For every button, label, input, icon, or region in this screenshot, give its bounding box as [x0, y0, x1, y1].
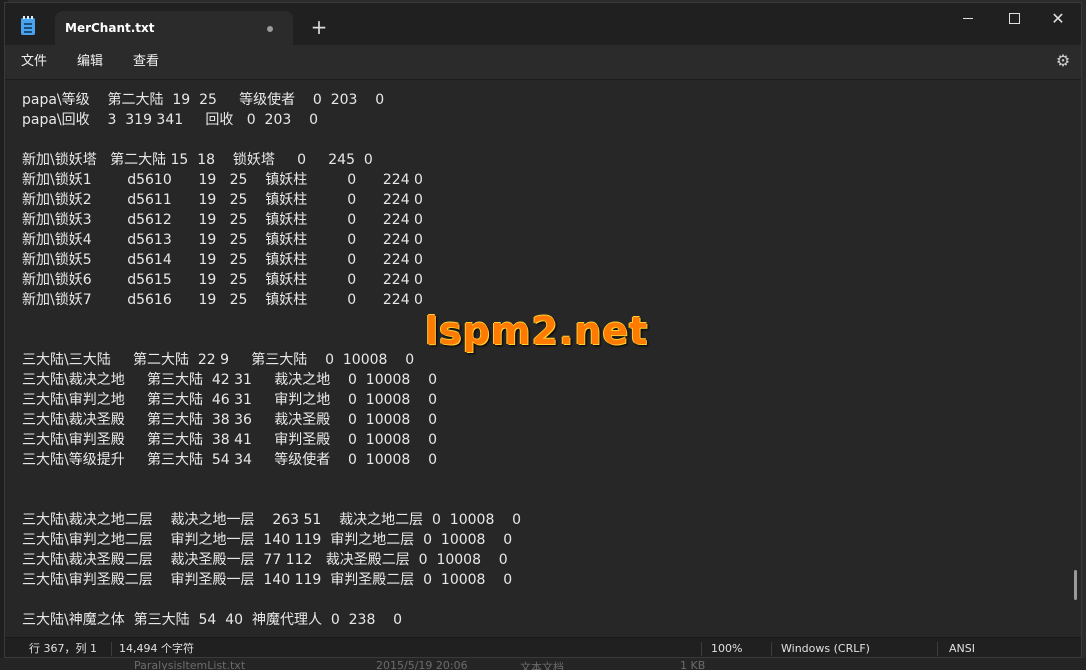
- text-line: 新加\锁妖3 d5612 19 25 镇妖柱 0 224 0: [22, 212, 423, 228]
- text-line: 三大陆\审判圣殿二层 审判圣殿一层 140 119 审判圣殿二层 0 10008…: [22, 572, 513, 588]
- text-line: 新加\锁妖1 d5610 19 25 镇妖柱 0 224 0: [22, 172, 423, 188]
- close-button[interactable]: ✕: [1035, 3, 1081, 35]
- status-position: 行 367，列 1: [29, 642, 97, 655]
- settings-gear-icon[interactable]: ⚙: [1055, 53, 1071, 69]
- menu-file[interactable]: 文件: [19, 51, 49, 73]
- text-line: 三大陆\裁决圣殿二层 裁决圣殿一层 77 112 裁决圣殿二层 0 10008 …: [22, 552, 508, 568]
- minimize-icon: [963, 18, 973, 19]
- text-line: 三大陆\三大陆 第二大陆 22 9 第三大陆 0 10008 0: [22, 352, 415, 368]
- bg-file-type: 文本文档: [520, 661, 564, 670]
- text-line: 新加\锁妖2 d5611 19 25 镇妖柱 0 224 0: [22, 192, 423, 208]
- new-tab-button[interactable]: +: [307, 15, 331, 39]
- notepad-window: MerChant.txt + ✕ 文件 编辑 查看 ⚙ papa\等级 第二大陆…: [4, 2, 1082, 658]
- minimize-button[interactable]: [945, 3, 991, 35]
- unsaved-dot-icon[interactable]: [267, 26, 273, 32]
- bg-file-size: 1 KB: [680, 659, 706, 670]
- text-line: 三大陆\裁决之地 第三大陆 42 31 裁决之地 0 10008 0: [22, 372, 438, 388]
- text-editor[interactable]: papa\等级 第二大陆 19 25 等级使者 0 203 0 papa\回收 3…: [5, 80, 1081, 637]
- status-divider: [111, 642, 112, 656]
- text-line: 三大陆\等级提升 第三大陆 54 34 等级使者 0 10008 0: [22, 452, 438, 468]
- text-line: 新加\锁妖4 d5613 19 25 镇妖柱 0 224 0: [22, 232, 423, 248]
- tab-title: MerChant.txt: [65, 21, 155, 35]
- status-bar: 行 367，列 1 14,494 个字符 100% Windows (CRLF)…: [5, 637, 1081, 657]
- status-divider: [701, 642, 702, 656]
- menu-edit[interactable]: 编辑: [75, 51, 105, 73]
- text-line: papa\等级 第二大陆 19 25 等级使者 0 203 0: [22, 92, 385, 108]
- text-line: 三大陆\裁决之地二层 裁决之地一层 263 51 裁决之地二层 0 10008 …: [22, 512, 522, 528]
- text-line: 新加\锁妖7 d5616 19 25 镇妖柱 0 224 0: [22, 292, 423, 308]
- status-zoom: 100%: [711, 642, 743, 655]
- title-bar[interactable]: MerChant.txt + ✕: [5, 3, 1081, 45]
- watermark-text: lspm2.net: [425, 309, 649, 353]
- bg-file-name: ParalysisItemList.txt: [134, 659, 246, 670]
- menu-bar: 文件 编辑 查看 ⚙: [5, 45, 1081, 80]
- maximize-button[interactable]: [991, 3, 1037, 35]
- notepad-icon: [21, 16, 35, 35]
- background-explorer-row: ParalysisItemList.txt 2015/5/19 20:06 文本…: [0, 658, 1086, 670]
- menu-view[interactable]: 查看: [131, 51, 161, 73]
- status-divider: [937, 642, 938, 656]
- text-line: 三大陆\神魔之体 第三大陆 54 40 神魔代理人 0 238 0: [22, 612, 403, 628]
- text-line: 三大陆\审判圣殿 第三大陆 38 41 审判圣殿 0 10008 0: [22, 432, 438, 448]
- text-line: 三大陆\审判之地二层 审判之地一层 140 119 审判之地二层 0 10008…: [22, 532, 513, 548]
- text-line: 新加\锁妖塔 第二大陆 15 18 锁妖塔 0 245 0: [22, 152, 373, 168]
- status-line-ending: Windows (CRLF): [781, 642, 870, 655]
- tab-merchant[interactable]: MerChant.txt: [55, 11, 293, 45]
- status-divider: [771, 642, 772, 656]
- text-line: 新加\锁妖5 d5614 19 25 镇妖柱 0 224 0: [22, 252, 423, 268]
- text-line: papa\回收 3 319 341 回收 0 203 0: [22, 112, 318, 128]
- status-encoding: ANSI: [949, 642, 975, 655]
- vertical-scrollbar[interactable]: [1074, 570, 1077, 600]
- bg-file-date: 2015/5/19 20:06: [376, 659, 468, 670]
- text-line: 新加\锁妖6 d5615 19 25 镇妖柱 0 224 0: [22, 272, 423, 288]
- text-line: 三大陆\裁决圣殿 第三大陆 38 36 裁决圣殿 0 10008 0: [22, 412, 438, 428]
- text-line: 三大陆\审判之地 第三大陆 46 31 审判之地 0 10008 0: [22, 392, 438, 408]
- maximize-icon: [1009, 13, 1020, 24]
- status-char-count: 14,494 个字符: [119, 642, 194, 655]
